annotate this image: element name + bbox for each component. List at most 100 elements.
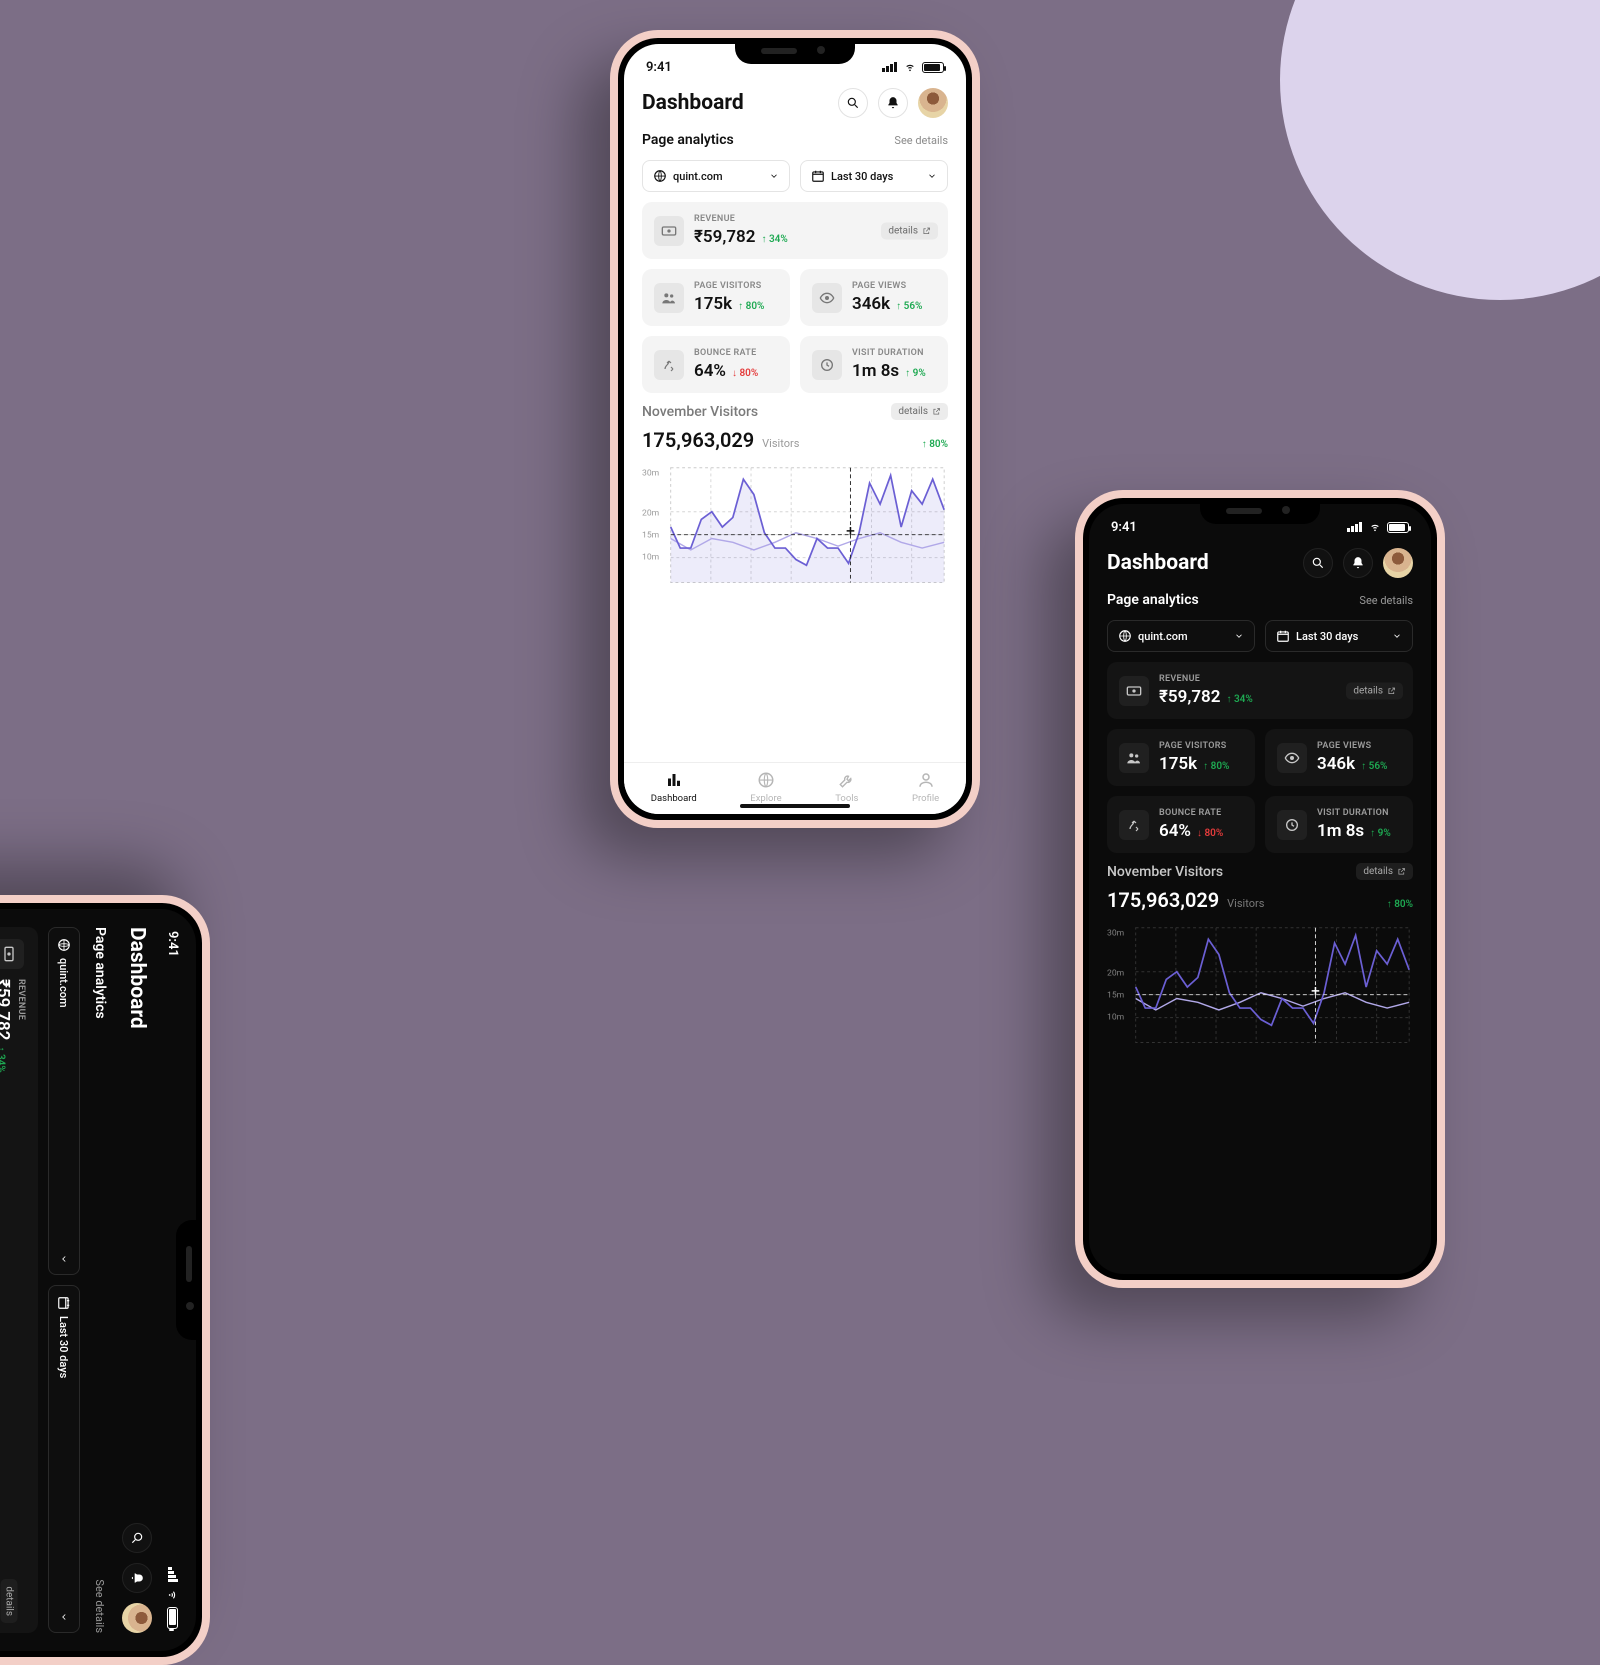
wifi-icon: [1368, 522, 1382, 532]
card-label: BOUNCE RATE: [1159, 808, 1223, 818]
site-dropdown[interactable]: quint.com: [48, 927, 80, 1275]
card-views[interactable]: PAGE VIEWS346k↑ 56%: [1265, 729, 1413, 786]
card-value: 175k: [694, 294, 732, 314]
visitors-delta: ↑ 80%: [922, 439, 948, 450]
chevron-down-icon: [59, 1254, 69, 1264]
screen-dark-rotated: 9:41 Dashboard Page analyticsSee details…: [0, 909, 196, 1651]
signal-icon: [168, 1567, 178, 1583]
search-button[interactable]: [122, 1523, 152, 1553]
header: Dashboard: [1089, 538, 1431, 584]
card-visitors[interactable]: PAGE VISITORS175k↑ 80%: [1107, 729, 1255, 786]
notifications-button[interactable]: [122, 1563, 152, 1593]
site-dropdown[interactable]: quint.com: [642, 160, 790, 192]
site-dropdown-label: quint.com: [673, 170, 723, 183]
details-chip[interactable]: details: [1346, 682, 1403, 699]
chevron-down-icon: [769, 171, 779, 181]
svg-text:10m: 10m: [1107, 1013, 1124, 1023]
card-bounce[interactable]: BOUNCE RATE64%↓ 80%: [1107, 796, 1255, 853]
tab-profile[interactable]: Profile: [912, 771, 939, 804]
external-link-icon: [922, 226, 931, 235]
card-duration[interactable]: VISIT DURATION1m 8s↑ 9%: [1265, 796, 1413, 853]
calendar-icon: [1276, 629, 1290, 643]
tab-bar: Dashboard Explore Tools Profile: [624, 762, 966, 814]
avatar[interactable]: [122, 1603, 152, 1633]
chevron-down-icon: [1234, 631, 1244, 641]
notch: [1200, 498, 1320, 524]
card-label: PAGE VISITORS: [694, 281, 764, 291]
card-label: PAGE VISITORS: [1159, 741, 1229, 751]
card-value: 64%: [694, 361, 726, 381]
globe-icon: [653, 169, 667, 183]
card-duration[interactable]: VISIT DURATION 1m 8s↑ 9%: [800, 336, 948, 393]
visitors-section: November Visitors details 175,963,029 Vi…: [1089, 853, 1431, 912]
chevron-down-icon: [59, 1612, 69, 1622]
search-button[interactable]: [838, 88, 868, 118]
card-visitors[interactable]: PAGE VISITORS 175k↑ 80%: [642, 269, 790, 326]
status-icons: [168, 1567, 179, 1629]
search-button[interactable]: [1303, 548, 1333, 578]
notifications-button[interactable]: [878, 88, 908, 118]
chart-crosshair: [1136, 928, 1409, 1043]
analytics-header: Page analytics See details: [624, 124, 966, 156]
avatar[interactable]: [918, 88, 948, 118]
details-chip[interactable]: details: [881, 222, 938, 239]
daterange-dropdown[interactable]: Last 30 days: [48, 1285, 80, 1633]
metric-cards: REVENUE ₹59,782↑ 34% details PAGE VISITO…: [624, 202, 966, 393]
globe-icon: [57, 938, 71, 952]
see-details-link[interactable]: See details: [894, 134, 948, 147]
search-icon: [1311, 556, 1325, 570]
svg-text:30m: 30m: [1107, 928, 1124, 938]
wifi-icon: [168, 1588, 178, 1602]
eye-icon: [1277, 743, 1307, 773]
visitors-details-chip[interactable]: details: [891, 403, 948, 420]
analytics-title: Page analytics: [1107, 592, 1199, 608]
bell-icon: [130, 1571, 144, 1585]
visitors-chart[interactable]: 30m20m15m10m: [1089, 912, 1431, 1085]
card-views[interactable]: PAGE VIEWS 346k↑ 56%: [800, 269, 948, 326]
bell-icon: [886, 96, 900, 110]
wifi-icon: [903, 62, 917, 72]
card-revenue[interactable]: REVENUE₹59,782↑ 34%details: [0, 927, 38, 1633]
notch: [176, 1220, 202, 1340]
page-title: Dashboard: [125, 927, 149, 1029]
card-revenue[interactable]: REVENUE₹59,782↑ 34% details: [1107, 662, 1413, 719]
daterange-label: Last 30 days: [1296, 630, 1358, 643]
card-label: PAGE VIEWS: [1317, 741, 1387, 751]
card-value: 175k: [1159, 754, 1197, 774]
visitors-unit: Visitors: [762, 437, 799, 450]
card-revenue[interactable]: REVENUE ₹59,782↑ 34% details: [642, 202, 948, 259]
page-title: Dashboard: [642, 91, 744, 115]
site-dropdown-label: quint.com: [1138, 630, 1188, 643]
see-details-link[interactable]: See details: [1359, 594, 1413, 607]
avatar[interactable]: [1383, 548, 1413, 578]
details-chip[interactable]: details: [1, 1579, 18, 1623]
tab-explore[interactable]: Explore: [750, 771, 781, 804]
daterange-dropdown[interactable]: Last 30 days: [800, 160, 948, 192]
analytics-header: Page analyticsSee details: [84, 909, 116, 1651]
tab-dashboard[interactable]: Dashboard: [651, 771, 697, 804]
bars-icon: [665, 771, 683, 789]
card-delta: ↑ 56%: [1361, 761, 1387, 772]
status-icons: [882, 62, 944, 73]
card-value: ₹59,782: [1159, 687, 1220, 707]
header: Dashboard: [624, 78, 966, 124]
wrench-icon: [838, 771, 856, 789]
card-value: 346k: [852, 294, 890, 314]
see-details-link[interactable]: See details: [94, 1579, 107, 1633]
tab-tools[interactable]: Tools: [835, 771, 858, 804]
external-link-icon: [932, 407, 941, 416]
visitors-chart[interactable]: 30m20m15m10m: [624, 452, 966, 625]
filters: quint.com Last 30 days: [38, 909, 84, 1651]
daterange-dropdown[interactable]: Last 30 days: [1265, 620, 1413, 652]
notch: [735, 38, 855, 64]
daterange-label: Last 30 days: [831, 170, 893, 183]
visitors-details-chip[interactable]: details: [1356, 863, 1413, 880]
notifications-button[interactable]: [1343, 548, 1373, 578]
globe-icon: [1118, 629, 1132, 643]
visitors-section: November Visitors details 175,963,029 Vi…: [624, 393, 966, 452]
site-dropdown[interactable]: quint.com: [1107, 620, 1255, 652]
card-value: 1m 8s: [1317, 821, 1364, 841]
phone-light: 9:41 Dashboard Page analytics See detail…: [610, 30, 980, 828]
svg-text:15m: 15m: [642, 531, 659, 541]
card-bounce[interactable]: BOUNCE RATE 64%↓ 80%: [642, 336, 790, 393]
